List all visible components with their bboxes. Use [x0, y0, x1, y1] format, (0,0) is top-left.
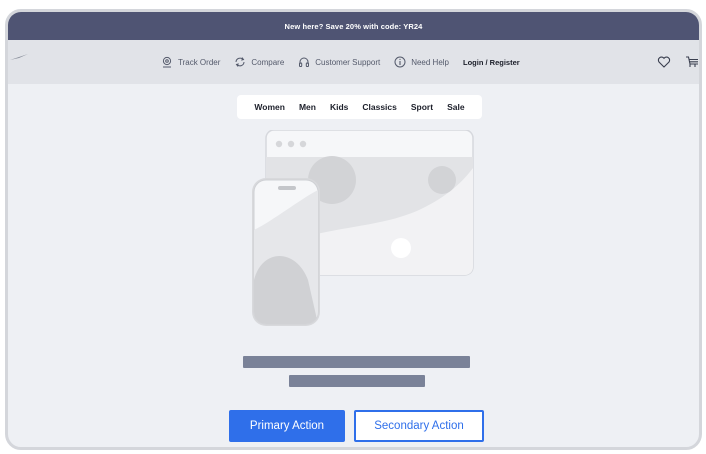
- skeleton-text-line: [243, 356, 470, 368]
- top-navbar: Track Order Compare Customer Support Nee…: [8, 40, 699, 84]
- category-women[interactable]: Women: [254, 102, 285, 112]
- track-order-link[interactable]: Track Order: [161, 56, 220, 68]
- placeholder-illustration: [252, 130, 474, 326]
- need-help-link[interactable]: Need Help: [394, 56, 449, 68]
- device-frame: New here? Save 20% with code: YR24 Track…: [5, 9, 702, 450]
- utility-nav: Track Order Compare Customer Support Nee…: [161, 40, 520, 84]
- nav-right-icons: [657, 40, 699, 84]
- category-sale[interactable]: Sale: [447, 102, 465, 112]
- compare-link[interactable]: Compare: [234, 56, 284, 68]
- login-register-link[interactable]: Login / Register: [463, 58, 520, 67]
- secondary-action-label: Secondary Action: [374, 420, 464, 432]
- primary-action-button[interactable]: Primary Action: [229, 410, 345, 442]
- compare-label: Compare: [251, 57, 285, 67]
- info-icon: [394, 56, 406, 68]
- need-help-label: Need Help: [411, 57, 450, 67]
- headphones-icon: [299, 57, 310, 67]
- category-menu: Women Men Kids Classics Sport Sale: [237, 95, 482, 119]
- promo-text: New here? Save 20% with code: YR24: [284, 21, 423, 31]
- promo-banner: New here? Save 20% with code: YR24: [8, 12, 699, 40]
- customer-support-link[interactable]: Customer Support: [298, 56, 380, 68]
- category-kids[interactable]: Kids: [330, 102, 348, 112]
- phone-graphic: [252, 178, 320, 326]
- category-sport[interactable]: Sport: [411, 102, 433, 112]
- customer-support-label: Customer Support: [315, 57, 381, 67]
- category-men[interactable]: Men: [299, 102, 316, 112]
- track-order-label: Track Order: [178, 57, 221, 67]
- category-classics[interactable]: Classics: [362, 102, 397, 112]
- skeleton-text-line-short: [289, 375, 425, 387]
- primary-action-label: Primary Action: [249, 420, 325, 432]
- location-pin-icon: [162, 56, 172, 68]
- compare-arrows-icon: [235, 57, 245, 67]
- heart-icon[interactable]: [657, 55, 671, 69]
- logo-swoosh-icon[interactable]: [10, 54, 28, 60]
- login-register-label: Login / Register: [463, 57, 520, 67]
- secondary-action-button[interactable]: Secondary Action: [354, 410, 484, 442]
- cart-icon[interactable]: [685, 55, 699, 69]
